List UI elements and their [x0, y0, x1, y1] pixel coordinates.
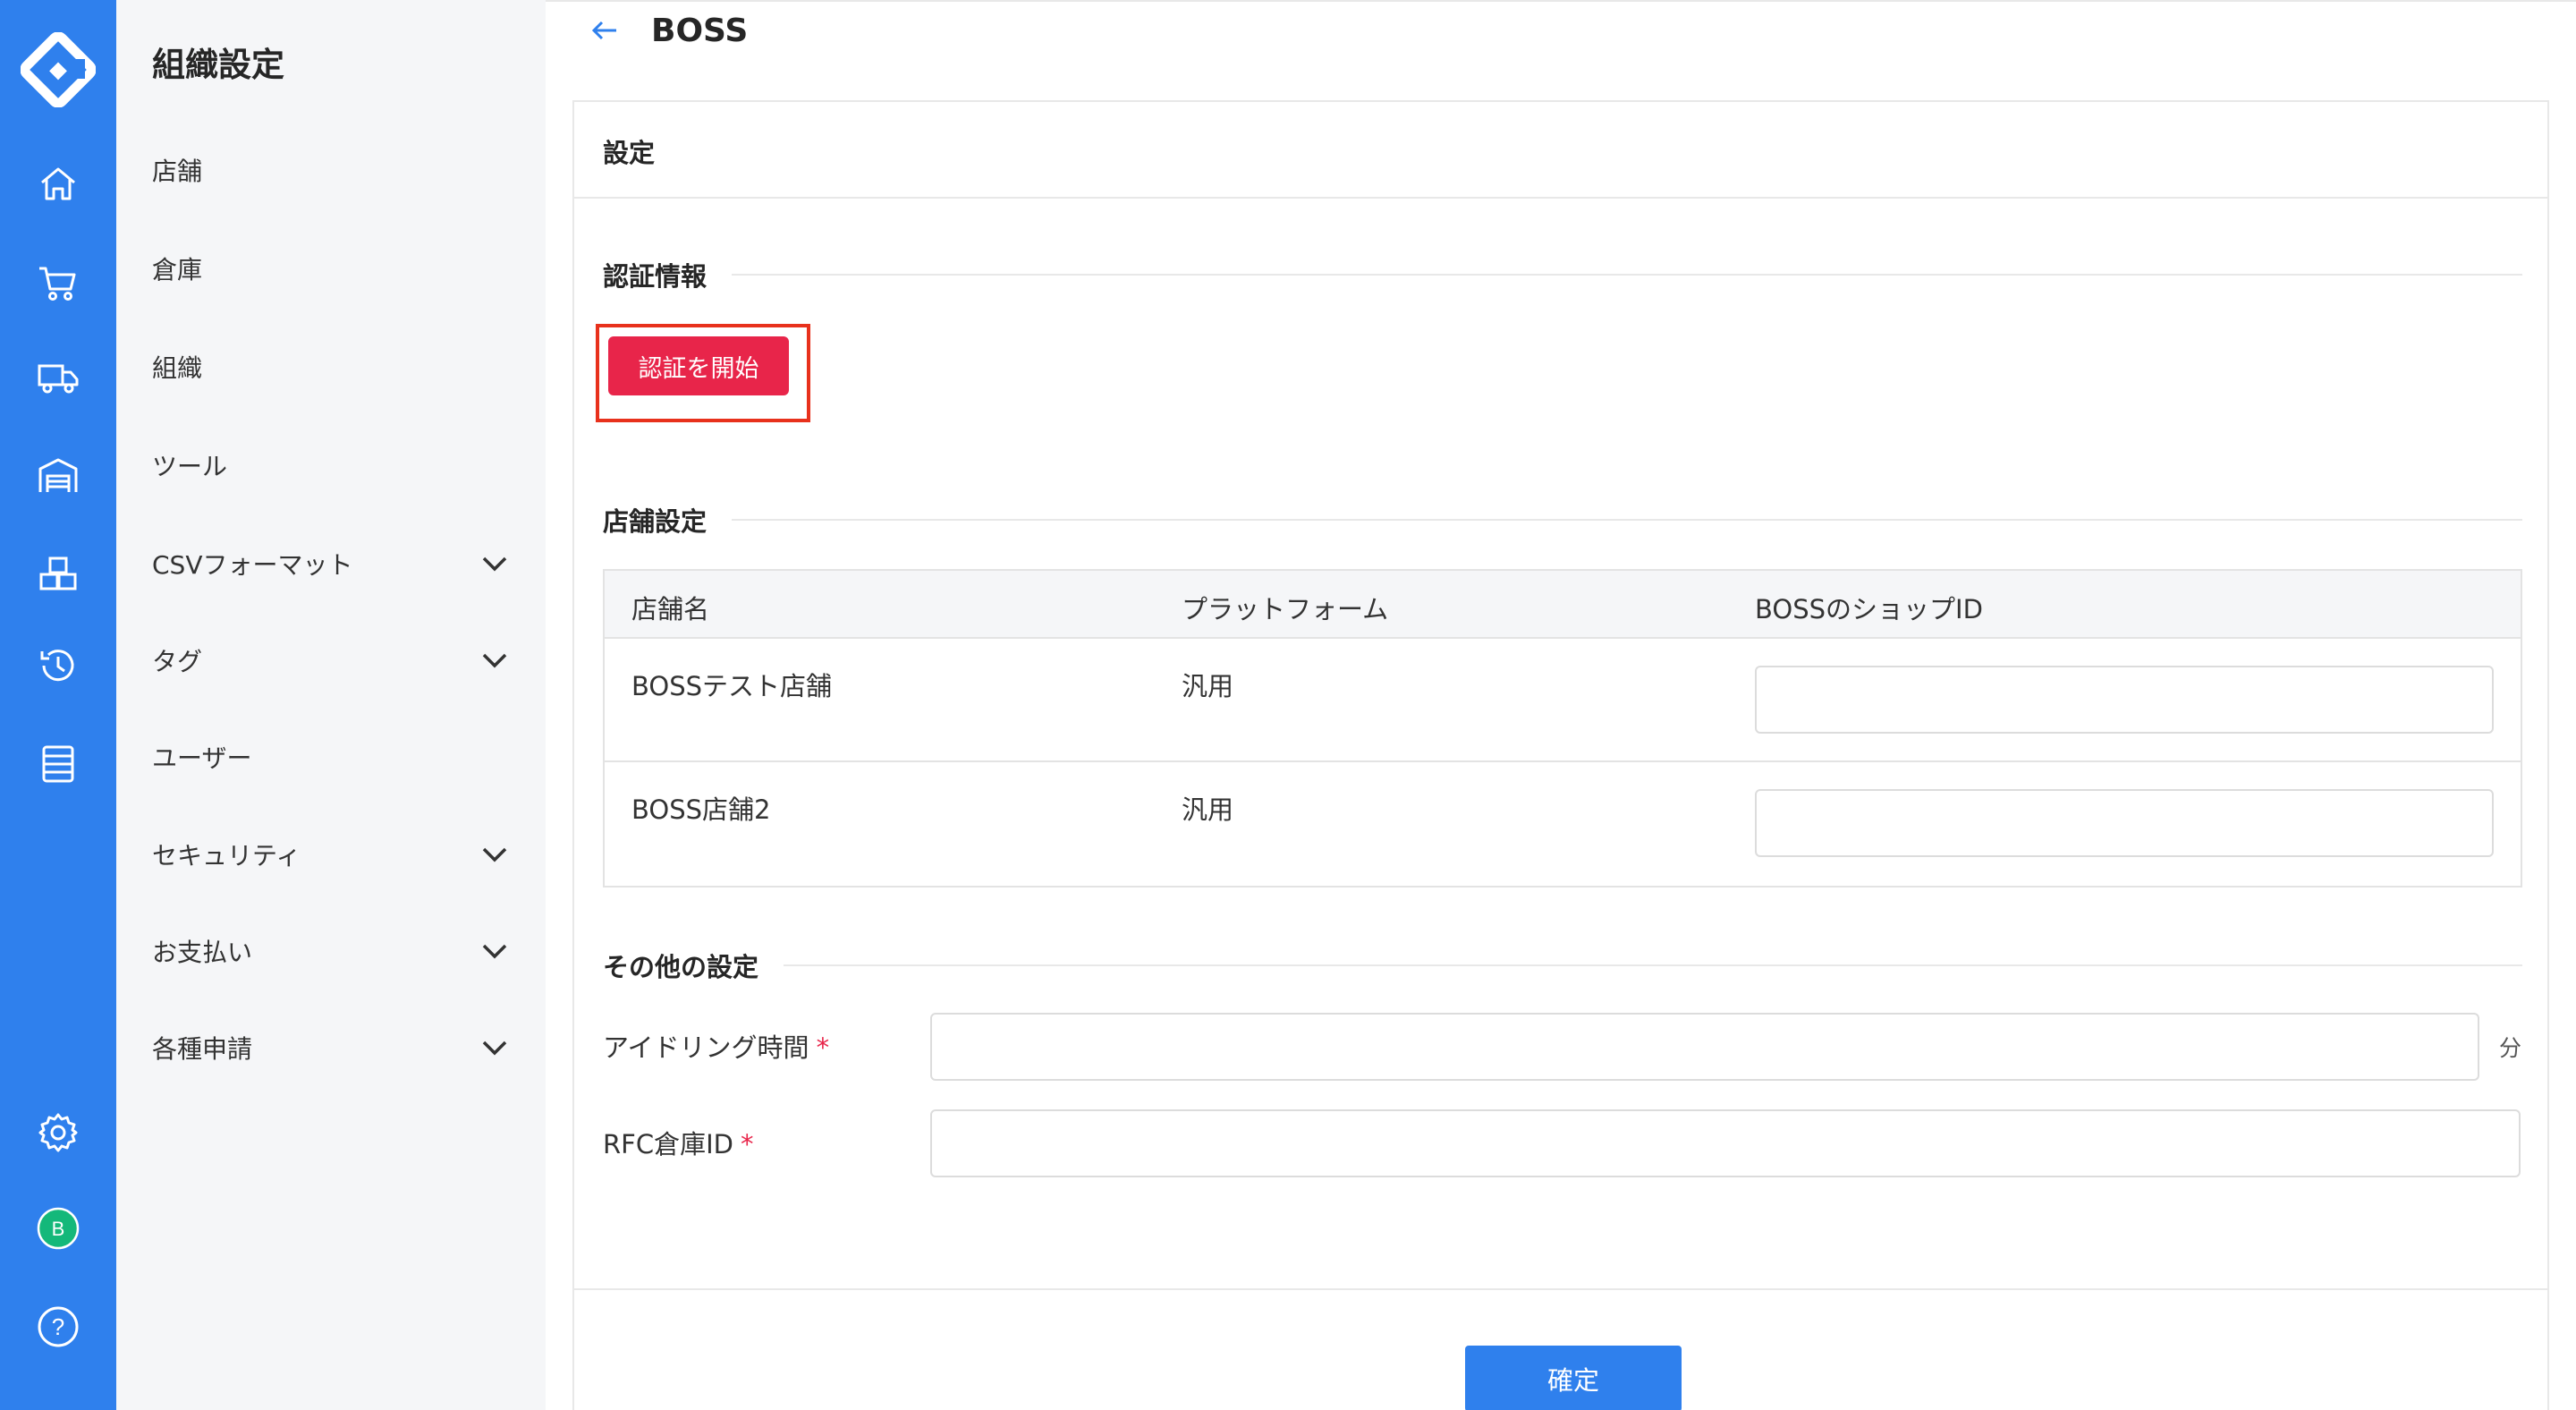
required-mark: *	[740, 1129, 754, 1159]
settings-sidebar: 組織設定 店舗 倉庫 組織 ツール CSVフォーマット タグ ユーザー セキュリ…	[116, 0, 546, 1410]
truck-icon[interactable]	[35, 354, 81, 401]
page-title: BOSS	[651, 13, 749, 49]
sidebar-item-applications[interactable]: 各種申請	[152, 1021, 519, 1074]
shop-table: 店舗名 プラットフォーム BOSSのショップID BOSSテスト店舗 汎用 BO…	[603, 569, 2522, 888]
settings-card: 設定 認証情報 認証を開始 店舗設定 店舗名 プラットフォーム BOSSのショッ…	[572, 100, 2549, 1410]
section-divider	[784, 964, 2522, 966]
avatar-letter: B	[52, 1218, 65, 1240]
chevron-down-icon	[482, 556, 507, 572]
sidebar-item-stores[interactable]: 店舗	[152, 143, 519, 197]
shop-section-title: 店舗設定	[603, 501, 2522, 539]
other-section-title: その他の設定	[603, 947, 2522, 984]
table-row: BOSS店舗2 汎用	[605, 762, 2521, 886]
card-header: 設定	[574, 102, 2547, 199]
sidebar-item-payments[interactable]: お支払い	[152, 924, 519, 978]
main-content: BOSS 設定 認証情報 認証を開始 店舗設定 店舗名 プラットフォーム BOS…	[546, 0, 2576, 1410]
footer-divider	[574, 1288, 2547, 1290]
sidebar-item-users[interactable]: ユーザー	[152, 730, 519, 784]
sidebar-item-tools[interactable]: ツール	[152, 438, 519, 492]
sidebar-item-label: セキュリティ	[152, 841, 301, 871]
section-divider	[732, 519, 2522, 521]
table-row: BOSSテスト店舗 汎用	[605, 639, 2521, 762]
help-icon[interactable]: ?	[35, 1304, 81, 1350]
sidebar-item-label: タグ	[152, 647, 203, 676]
chevron-down-icon	[482, 1041, 507, 1056]
chevron-down-icon	[482, 847, 507, 862]
chevron-down-icon	[482, 653, 507, 668]
sidebar-item-warehouses[interactable]: 倉庫	[152, 242, 519, 295]
list-icon[interactable]	[35, 741, 81, 787]
sidebar-item-label: ツール	[152, 452, 228, 481]
boxes-icon[interactable]	[35, 551, 81, 598]
sidebar-item-csv-format[interactable]: CSVフォーマット	[152, 537, 519, 590]
table-header: 店舗名 プラットフォーム BOSSのショップID	[605, 571, 2521, 639]
sidebar-item-label: CSVフォーマット	[152, 550, 353, 580]
sidebar-item-security[interactable]: セキュリティ	[152, 828, 519, 881]
sidebar-title: 組織設定	[152, 46, 284, 84]
shop-id-input[interactable]	[1755, 789, 2494, 857]
sidebar-item-label: ユーザー	[152, 743, 252, 773]
icon-rail: B ?	[0, 0, 116, 1410]
sidebar-item-label: 倉庫	[152, 255, 203, 285]
sidebar-item-label: 各種申請	[152, 1034, 253, 1064]
rfc-warehouse-label: RFC倉庫ID *	[603, 1124, 753, 1161]
section-title-text: 店舗設定	[603, 506, 708, 537]
rfc-warehouse-id-input[interactable]	[930, 1109, 2521, 1177]
history-icon[interactable]	[35, 642, 81, 689]
idle-time-label: アイドリング時間 *	[603, 1027, 829, 1065]
section-title-text: その他の設定	[603, 952, 759, 982]
column-header-platform: プラットフォーム	[1182, 594, 1389, 624]
avatar-icon[interactable]: B	[35, 1205, 81, 1252]
column-header-shop-id: BOSSのショップID	[1755, 594, 1983, 624]
card-title: 設定	[603, 138, 656, 168]
warehouse-icon[interactable]	[35, 453, 81, 499]
shop-id-input[interactable]	[1755, 666, 2494, 734]
section-divider	[732, 274, 2522, 276]
platform-cell: 汎用	[1182, 671, 1234, 701]
confirm-button[interactable]: 確定	[1465, 1346, 1682, 1410]
platform-cell: 汎用	[1182, 794, 1234, 825]
shop-name-cell: BOSSテスト店舗	[631, 671, 833, 701]
column-header-shop-name: 店舗名	[631, 594, 710, 624]
home-icon[interactable]	[35, 161, 81, 208]
sidebar-item-label: お支払い	[152, 938, 253, 967]
svg-text:?: ?	[52, 1313, 64, 1340]
idle-time-label-text: アイドリング時間	[603, 1032, 809, 1063]
sidebar-item-organization[interactable]: 組織	[152, 340, 519, 394]
sidebar-item-label: 組織	[152, 353, 203, 383]
auth-section-title: 認証情報	[603, 256, 2522, 293]
required-mark: *	[816, 1032, 830, 1063]
rfc-warehouse-label-text: RFC倉庫ID	[603, 1129, 733, 1159]
sidebar-item-label: 店舗	[152, 157, 203, 186]
chevron-down-icon	[482, 944, 507, 959]
start-auth-button[interactable]: 認証を開始	[608, 336, 789, 395]
idle-time-input[interactable]	[930, 1013, 2479, 1081]
back-arrow-icon[interactable]	[589, 14, 621, 47]
idle-time-unit: 分	[2499, 1035, 2522, 1061]
section-title-text: 認証情報	[603, 261, 708, 292]
settings-icon[interactable]	[35, 1109, 81, 1156]
sidebar-item-tags[interactable]: タグ	[152, 633, 519, 687]
cart-icon[interactable]	[35, 259, 81, 306]
diamond-logo-icon[interactable]	[20, 31, 97, 108]
shop-name-cell: BOSS店舗2	[631, 794, 771, 825]
